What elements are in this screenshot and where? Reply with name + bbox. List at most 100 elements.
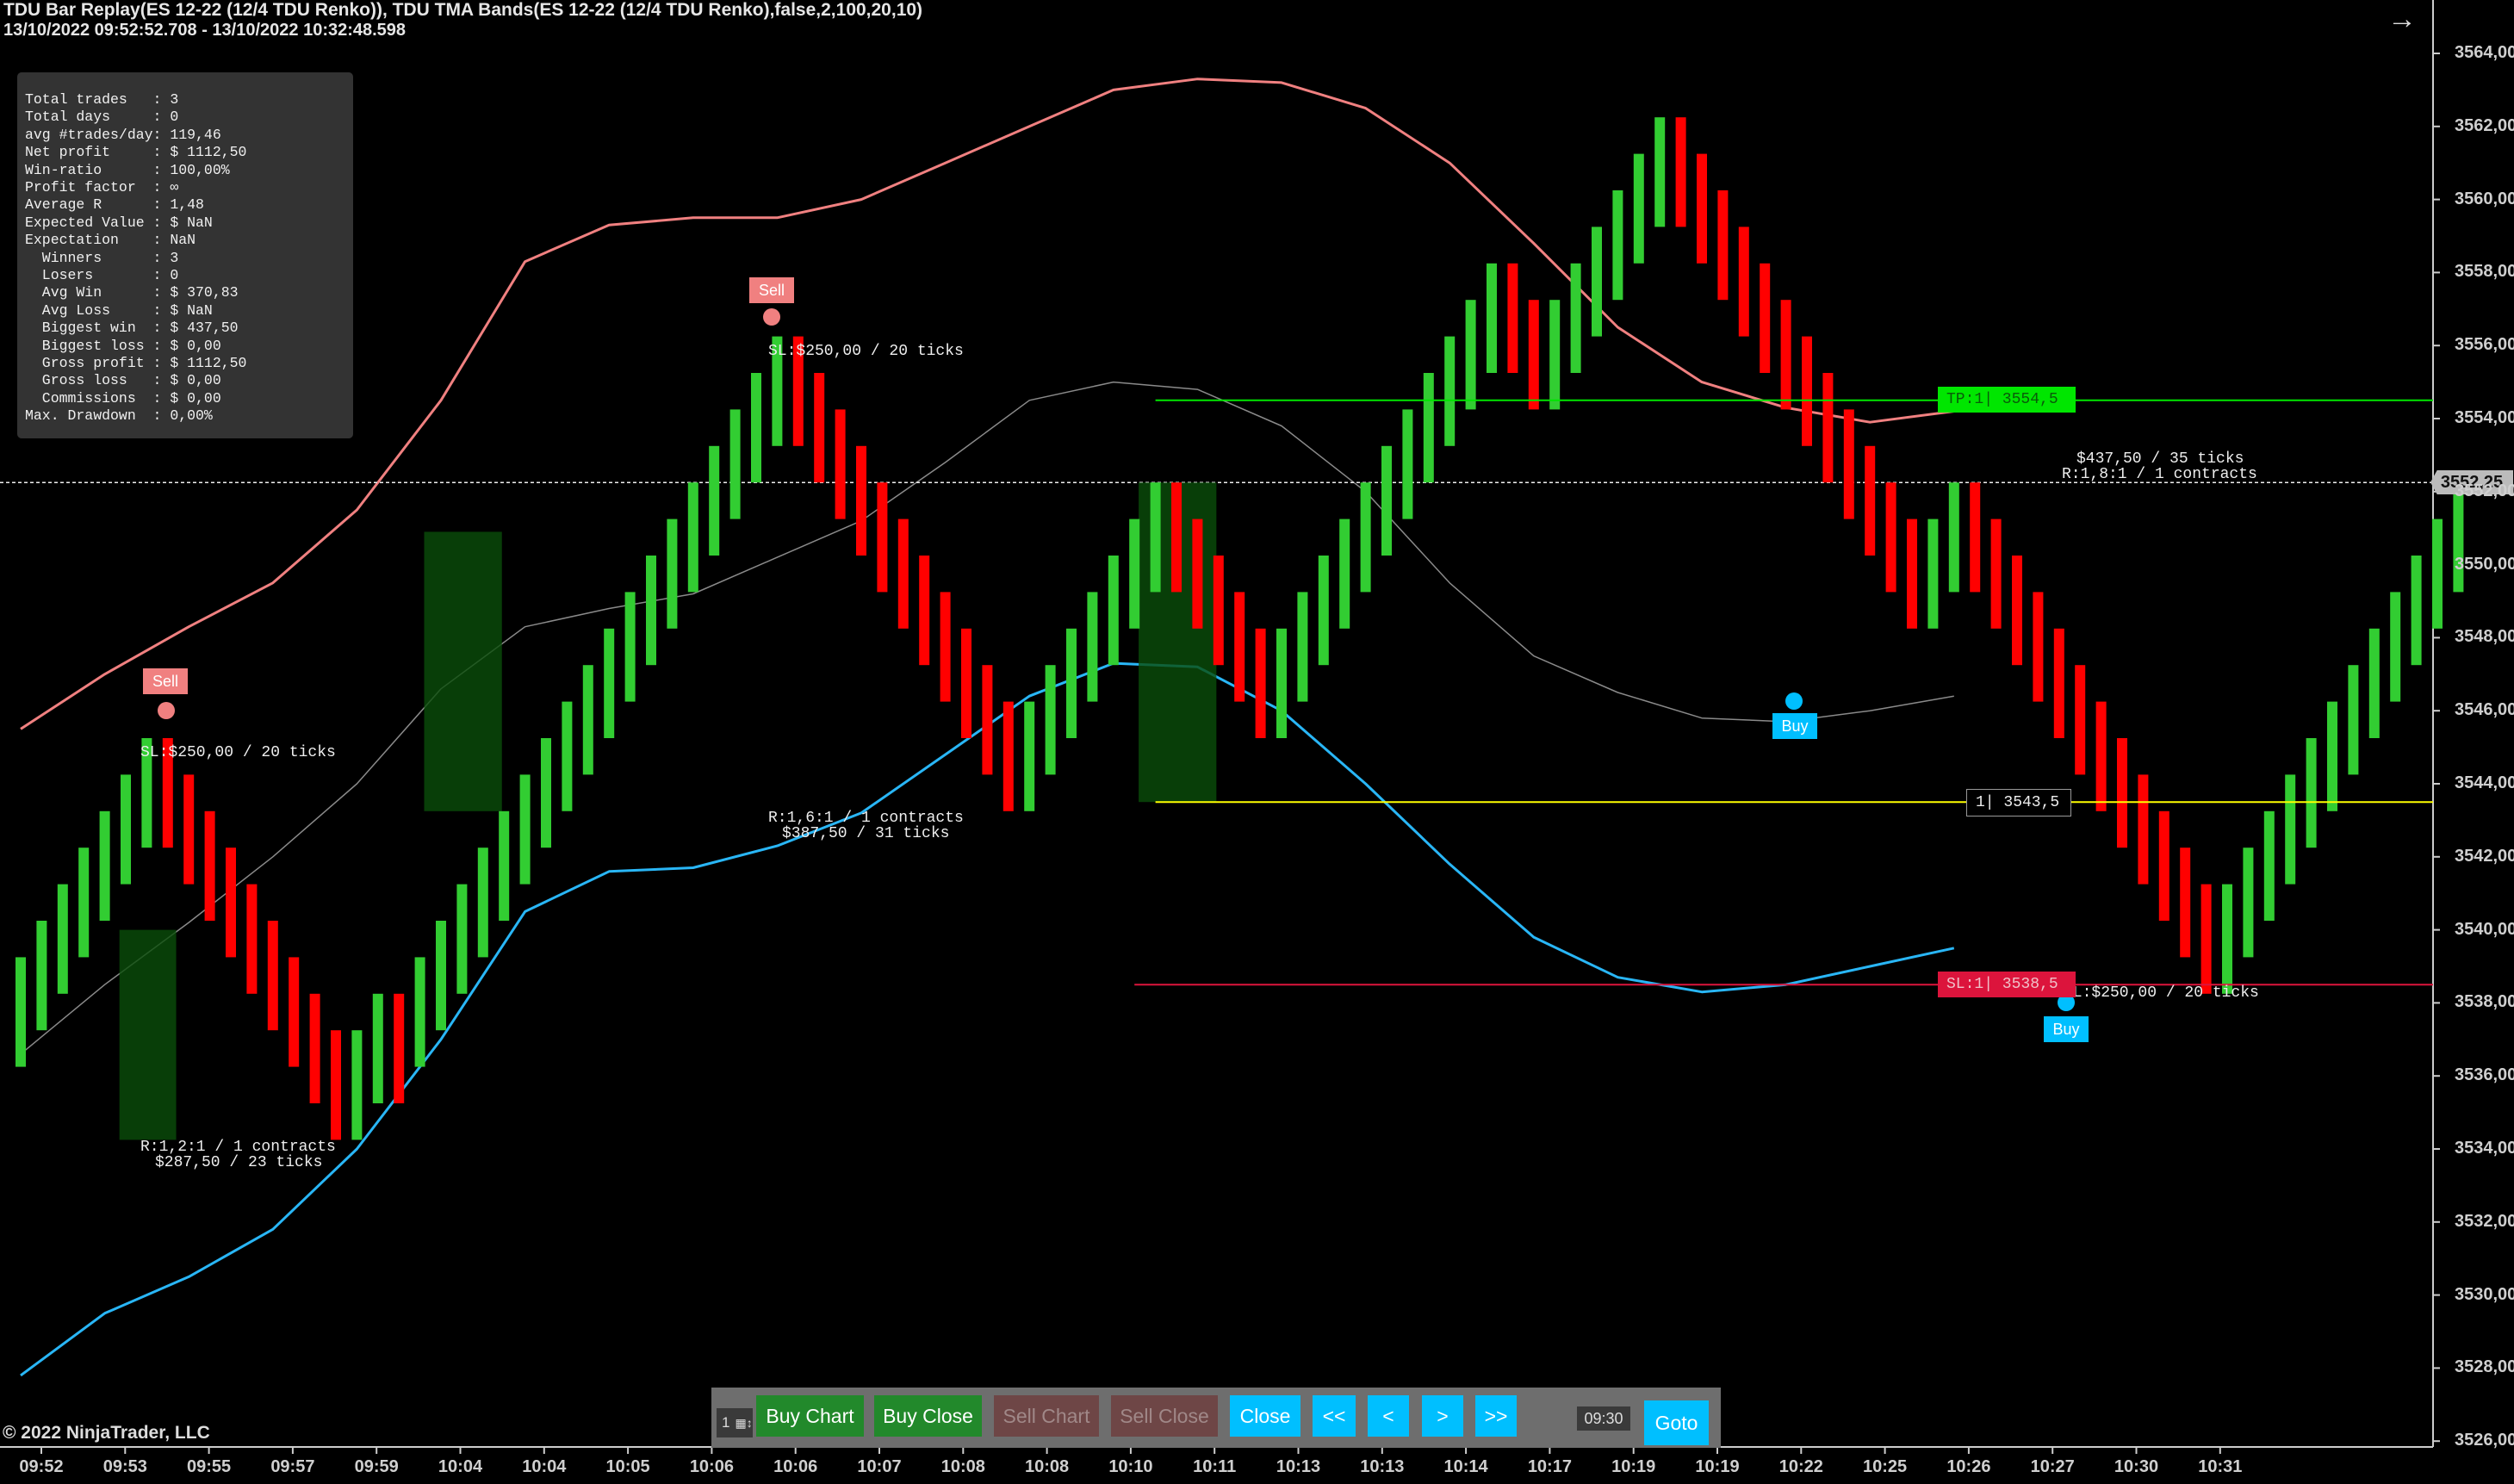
renko-brick: [1002, 701, 1014, 811]
renko-brick: [2180, 848, 2191, 958]
y-tick-label: 3542,00: [2455, 846, 2514, 866]
renko-brick: [331, 1030, 341, 1140]
back-button[interactable]: <: [1368, 1395, 1409, 1437]
y-tick-label: 3526,00: [2455, 1431, 2514, 1450]
stat-row: Winners : 3: [25, 249, 179, 266]
renko-brick: [729, 409, 741, 519]
y-tick-label: 3554,00: [2455, 408, 2514, 427]
copyright: © 2022 NinjaTrader, LLC: [3, 1423, 210, 1443]
renko-brick: [1970, 482, 1981, 593]
stat-row: Net profit : $ 1112,50: [25, 144, 247, 161]
y-tick-label: 3558,00: [2455, 262, 2514, 282]
x-tick-label: 10:07: [857, 1457, 902, 1476]
renko-brick: [2201, 884, 2212, 994]
renko-brick: [1528, 300, 1539, 410]
renko-brick: [1990, 518, 2002, 629]
fast-back-button[interactable]: <<: [1313, 1395, 1356, 1437]
renko-brick: [897, 518, 909, 629]
trade-result-label: R:1,2:1 / 1 contracts: [140, 1139, 336, 1156]
fast-forward-button[interactable]: >>: [1475, 1395, 1517, 1437]
renko-brick: [477, 848, 488, 958]
close-button[interactable]: Close: [1230, 1395, 1300, 1437]
goto-button[interactable]: Goto: [1644, 1400, 1709, 1445]
renko-brick: [1234, 592, 1245, 702]
stat-row: Win-ratio : 100,00%: [25, 161, 230, 178]
stat-row: Biggest loss : $ 0,00: [25, 337, 221, 354]
stat-row: Total days : 0: [25, 109, 179, 126]
goto-time-input[interactable]: 09:30: [1577, 1406, 1630, 1431]
renko-brick: [1907, 518, 1917, 629]
sell-entry-dot: [158, 702, 175, 719]
x-tick-label: 10:22: [1778, 1457, 1823, 1476]
renko-brick: [1318, 556, 1329, 666]
renko-brick: [646, 556, 656, 666]
arrow-right-icon[interactable]: →: [2387, 4, 2422, 34]
sell-close-button[interactable]: Sell Close: [1111, 1395, 1218, 1437]
x-tick-label: 10:08: [940, 1457, 985, 1476]
renko-brick: [667, 518, 678, 629]
forward-button[interactable]: >: [1422, 1395, 1463, 1437]
renko-brick: [1339, 518, 1350, 629]
renko-brick: [1843, 409, 1854, 519]
renko-brick: [604, 628, 615, 738]
x-tick-label: 10:14: [1443, 1457, 1488, 1476]
x-tick-label: 10:26: [1946, 1457, 1991, 1476]
renko-brick: [1360, 482, 1371, 593]
calculator-icon: ▦↕: [735, 1415, 753, 1430]
renko-brick: [1402, 409, 1413, 519]
renko-brick: [1192, 518, 1203, 629]
renko-brick: [835, 409, 846, 519]
quantity-stepper[interactable]: 1 ▦↕: [717, 1408, 753, 1437]
renko-brick: [1717, 190, 1729, 301]
renko-brick: [1885, 482, 1896, 593]
renko-brick: [2222, 884, 2232, 994]
x-tick-label: 10:05: [605, 1457, 650, 1476]
renko-brick: [1297, 592, 1308, 702]
renko-brick: [562, 701, 573, 811]
y-tick-label: 3560,00: [2455, 189, 2514, 208]
x-tick-label: 10:06: [689, 1457, 734, 1476]
renko-brick: [2411, 556, 2422, 666]
renko-brick: [919, 556, 930, 666]
renko-brick: [1780, 300, 1791, 410]
renko-brick: [519, 774, 531, 885]
renko-brick: [1738, 227, 1749, 337]
stat-row: Gross loss : $ 0,00: [25, 372, 221, 389]
sell-chart-button[interactable]: Sell Chart: [994, 1395, 1099, 1437]
buy-chart-button[interactable]: Buy Chart: [756, 1395, 864, 1437]
take-profit-tag: TP:1| 3554,5: [1938, 387, 2076, 413]
renko-brick: [2348, 665, 2359, 775]
stat-row: Profit factor : ∞: [25, 179, 179, 196]
renko-brick: [1612, 190, 1623, 301]
renko-brick: [2243, 848, 2254, 958]
renko-brick: [57, 884, 68, 994]
renko-brick: [1423, 373, 1434, 483]
trade-2-profit-zone: [424, 531, 502, 811]
price-chart[interactable]: [0, 0, 2514, 1484]
y-tick-label: 3548,00: [2455, 627, 2514, 647]
renko-brick: [1381, 445, 1392, 556]
renko-brick: [1087, 592, 1098, 702]
renko-brick: [1822, 373, 1834, 483]
renko-brick: [289, 957, 300, 1067]
renko-brick: [78, 848, 90, 958]
y-tick-label: 3540,00: [2455, 919, 2514, 939]
renko-brick: [1255, 628, 1266, 738]
buy-close-button[interactable]: Buy Close: [874, 1395, 982, 1437]
trade-1-profit-zone: [119, 929, 177, 1140]
renko-brick: [16, 957, 26, 1067]
stat-row: Avg Loss : $ NaN: [25, 301, 213, 319]
buy-entry-dot: [1785, 692, 1803, 710]
renko-brick: [309, 993, 320, 1103]
renko-brick: [751, 373, 761, 483]
renko-brick: [1654, 117, 1666, 227]
x-tick-label: 09:59: [354, 1457, 399, 1476]
renko-brick: [1675, 117, 1686, 227]
buy-marker: Buy: [2044, 1016, 2089, 1042]
renko-brick: [436, 921, 446, 1031]
x-tick-label: 09:52: [19, 1457, 64, 1476]
y-tick-label: 3556,00: [2455, 335, 2514, 355]
stat-row: Average R : 1,48: [25, 196, 204, 214]
renko-brick: [2263, 810, 2275, 921]
y-tick-label: 3564,00: [2455, 43, 2514, 62]
